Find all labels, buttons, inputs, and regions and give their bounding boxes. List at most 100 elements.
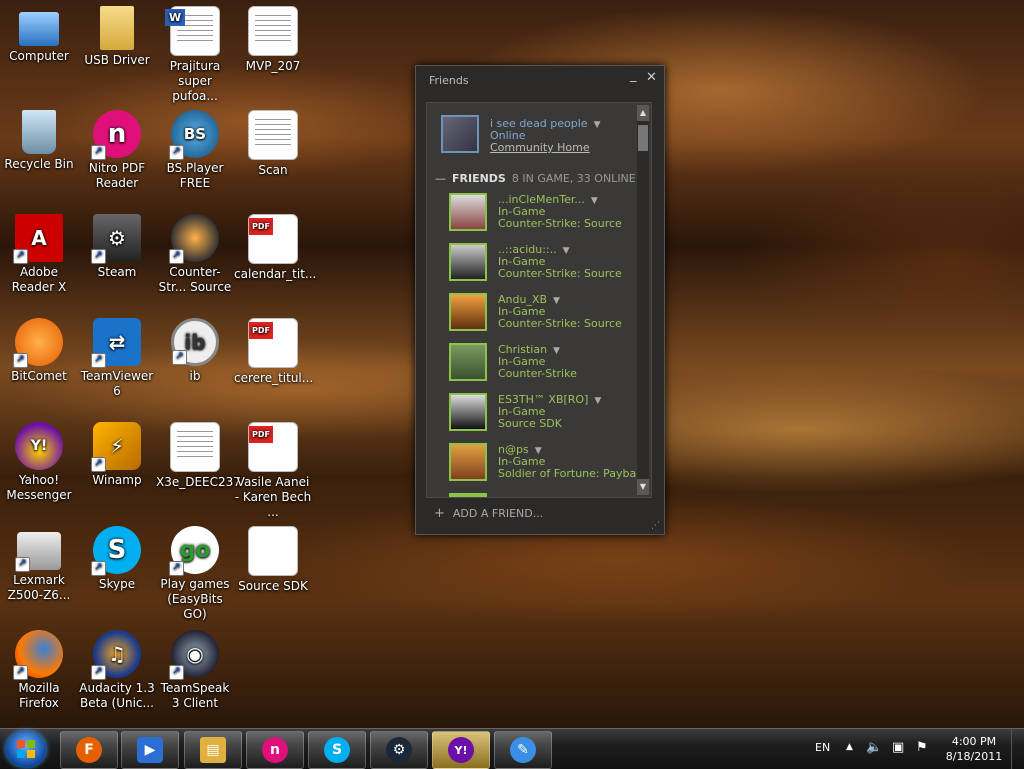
show-hidden-icons-icon[interactable]: ▲	[846, 742, 853, 752]
taskbar-skype[interactable]: S	[308, 731, 366, 769]
desktop-icon-teamviewer[interactable]: ⇄ ↗ TeamViewer 6	[78, 318, 156, 399]
chevron-down-icon[interactable]: ▼	[594, 120, 601, 130]
window-titlebar[interactable]: Friends _ ✕	[416, 66, 664, 94]
taskbar-nitro[interactable]: n	[246, 731, 304, 769]
firefox-icon: ↗	[13, 630, 63, 680]
scroll-up-arrow-icon[interactable]: ▲	[637, 105, 649, 121]
desktop-icon-yahoo-messenger[interactable]: Y! Yahoo! Messenger	[0, 422, 78, 503]
desktop-icon-lexmark[interactable]: ↗ Lexmark Z500-Z6...	[0, 526, 78, 603]
blank-document-icon	[248, 526, 298, 576]
start-button[interactable]	[6, 731, 46, 767]
shortcut-arrow-icon: ↗	[169, 561, 184, 576]
minimize-button[interactable]: _	[630, 68, 637, 83]
media-player-icon: ▶	[137, 737, 163, 763]
shortcut-arrow-icon: ↗	[13, 249, 28, 264]
friend-avatar[interactable]	[449, 393, 487, 431]
desktop-icon-teamspeak[interactable]: ◉ ↗ TeamSpeak 3 Client	[156, 630, 234, 711]
windows-logo-icon	[17, 740, 35, 758]
document-icon	[248, 110, 298, 160]
skype-icon: S ↗	[91, 526, 141, 576]
taskbar-explorer[interactable]: ▤	[184, 731, 242, 769]
taskbar-steam[interactable]: ⚙	[370, 731, 428, 769]
chevron-down-icon[interactable]: ▼	[563, 246, 570, 256]
counter-strike-icon: ↗	[169, 214, 219, 264]
friend-avatar[interactable]	[449, 343, 487, 381]
clock[interactable]: 4:00 PM 8/18/2011	[942, 734, 1006, 764]
recycle-bin-icon	[22, 110, 56, 154]
desktop-icon-ib[interactable]: ib ↗ ib	[156, 318, 234, 384]
friend-item[interactable]: ES3TH™ XB[RO] ▼ In-Game Source SDK	[449, 393, 639, 439]
desktop-icon-calendar[interactable]: PDF calendar_tit...	[234, 214, 316, 282]
friend-avatar[interactable]	[449, 193, 487, 231]
friend-item-partial[interactable]	[449, 493, 487, 497]
folder-icon: ▤	[200, 737, 226, 763]
desktop-icon-easybits-go[interactable]: go ↗ Play games (EasyBits GO)	[156, 526, 234, 622]
scroll-down-arrow-icon[interactable]: ▼	[637, 479, 649, 495]
my-avatar[interactable]	[441, 115, 479, 153]
chevron-down-icon[interactable]: ▼	[591, 196, 598, 206]
shortcut-arrow-icon: ↗	[91, 353, 106, 368]
scroll-thumb[interactable]	[638, 125, 648, 151]
chevron-down-icon[interactable]: ▼	[553, 296, 560, 306]
shortcut-arrow-icon: ↗	[15, 557, 30, 572]
teamspeak-icon: ◉ ↗	[169, 630, 219, 680]
steam-icon: ⚙ ↗	[91, 214, 141, 264]
desktop-icon-recycle-bin[interactable]: Recycle Bin	[0, 110, 78, 172]
taskbar-media-player[interactable]: ▶	[121, 731, 179, 769]
chevron-down-icon[interactable]: ▼	[594, 396, 601, 406]
network-icon[interactable]: ▣	[892, 740, 904, 755]
shortcut-arrow-icon: ↗	[91, 561, 106, 576]
show-desktop-button[interactable]	[1011, 729, 1024, 769]
desktop-icon-prajitura[interactable]: W Prajitura super pufoa...	[156, 6, 234, 104]
desktop-icon-usb-driver[interactable]: USB Driver	[78, 6, 156, 68]
action-center-flag-icon[interactable]: ⚑	[916, 740, 928, 755]
friends-scrollbar[interactable]: ▲ ▼	[637, 105, 649, 495]
taskbar-yahoo[interactable]: Y!	[432, 731, 490, 769]
desktop-icon-winamp[interactable]: ⚡ ↗ Winamp	[78, 422, 156, 488]
friend-avatar[interactable]	[449, 293, 487, 331]
desktop-icon-audacity[interactable]: ♫ ↗ Audacity 1.3 Beta (Unic...	[78, 630, 156, 711]
language-indicator[interactable]: EN	[815, 741, 830, 754]
desktop-icon-computer[interactable]: Computer	[0, 6, 78, 64]
taskbar-firefox[interactable]: F	[60, 731, 118, 769]
window-title: Friends	[429, 74, 469, 87]
desktop-icon-bsplayer[interactable]: BS ↗ BS.Player FREE	[156, 110, 234, 191]
friend-item[interactable]: Andu_XB ▼ In-Game Counter-Strike: Source	[449, 293, 639, 339]
paint-icon: ✎	[510, 737, 536, 763]
desktop-icon-mvp207[interactable]: MVP_207	[234, 6, 312, 74]
close-button[interactable]: ✕	[646, 70, 657, 85]
desktop-icon-nitro-pdf[interactable]: n ↗ Nitro PDF Reader	[78, 110, 156, 191]
friend-avatar[interactable]	[449, 443, 487, 481]
desktop-icon-source-sdk[interactable]: Source SDK	[234, 526, 312, 594]
word-document-icon: W	[165, 6, 220, 56]
desktop-icon-x3e[interactable]: X3e_DEEC237	[156, 422, 241, 490]
friend-item[interactable]: Christian ▼ In-Game Counter-Strike	[449, 343, 639, 389]
friend-item[interactable]: n@ps ▼ In-Game Soldier of Fortune: Paybac…	[449, 443, 649, 489]
desktop-icon-adobe-reader[interactable]: A ↗ Adobe Reader X	[0, 214, 78, 295]
nitro-pdf-icon: n ↗	[91, 110, 141, 160]
desktop-icon-cerere[interactable]: PDF cerere_titul...	[234, 318, 313, 386]
document-icon	[248, 6, 298, 56]
computer-icon	[19, 12, 59, 46]
desktop-icon-scan[interactable]: Scan	[234, 110, 312, 178]
friend-avatar[interactable]	[449, 243, 487, 281]
friend-item[interactable]: ..::acidu::.. ▼ In-Game Counter-Strike: S…	[449, 243, 639, 289]
community-home-link[interactable]: Community Home	[490, 141, 590, 154]
volume-icon[interactable]: 🔈	[866, 740, 882, 755]
desktop-icon-steam[interactable]: ⚙ ↗ Steam	[78, 214, 156, 280]
friends-group-header[interactable]: — FRIENDS 8 IN GAME, 33 ONLINE	[435, 172, 636, 185]
friend-item[interactable]: ...inCleMenTer... ▼ In-Game Counter-Strik…	[449, 193, 639, 239]
desktop-icon-vasile-aanei[interactable]: PDF Vasile Aanei - Karen Bech ...	[234, 422, 312, 520]
desktop-icon-counter-strike[interactable]: ↗ Counter-Str... Source	[156, 214, 234, 295]
desktop-icon-firefox[interactable]: ↗ Mozilla Firefox	[0, 630, 78, 711]
shortcut-arrow-icon: ↗	[91, 249, 106, 264]
taskbar-paint[interactable]: ✎	[494, 731, 552, 769]
chevron-down-icon[interactable]: ▼	[553, 346, 560, 356]
desktop-icon-bitcomet[interactable]: ↗ BitComet	[0, 318, 78, 384]
add-friend-button[interactable]: + ADD A FRIEND...	[434, 506, 543, 521]
collapse-icon[interactable]: —	[435, 172, 446, 185]
shortcut-arrow-icon: ↗	[13, 665, 28, 680]
resize-grip-icon[interactable]: ⋰	[651, 521, 660, 531]
shortcut-arrow-icon: ↗	[13, 353, 28, 368]
desktop-icon-skype[interactable]: S ↗ Skype	[78, 526, 156, 592]
